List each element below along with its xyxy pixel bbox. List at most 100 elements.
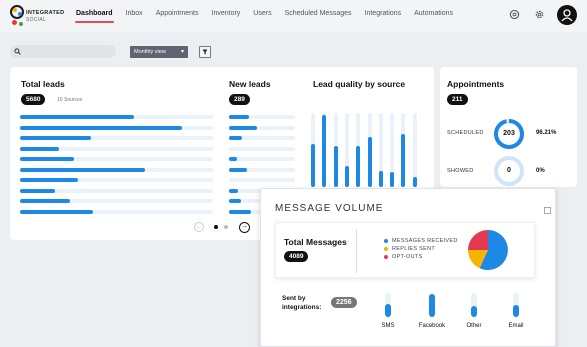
appointments-title: Appointments	[447, 79, 505, 89]
new-leads-title: New leads	[229, 79, 271, 89]
vbar-fill	[378, 170, 383, 187]
message-volume-title: MESSAGE VOLUME	[275, 203, 384, 214]
bar-track	[229, 136, 295, 140]
bar-track	[229, 125, 295, 130]
nav-automations[interactable]: Automations	[414, 10, 453, 17]
pager-next-button[interactable]: →	[239, 222, 250, 233]
integration-label: SMS	[381, 323, 395, 329]
view-select-value: Monthly view	[134, 49, 166, 55]
nav-scheduled-messages[interactable]: Scheduled Messages	[285, 10, 352, 17]
vbar-fill	[322, 115, 327, 187]
bar-fill	[20, 136, 92, 140]
help-icon[interactable]	[509, 9, 520, 20]
scheduled-percent: 96.21%	[536, 130, 557, 136]
bar-track	[20, 199, 213, 203]
filter-button[interactable]	[199, 46, 211, 58]
close-icon[interactable]	[544, 207, 551, 214]
integration-bar-fill	[429, 294, 435, 317]
total-leads-count: 5680	[21, 94, 46, 105]
integration-label: Email	[508, 323, 524, 329]
integration-bar-track	[513, 293, 519, 317]
brand-name: INTEGRATED	[26, 10, 65, 16]
scheduled-label: SCHEDULED	[447, 130, 484, 136]
nav-integrations[interactable]: Integrations	[365, 10, 402, 17]
brand-logo[interactable]: INTEGRATED SOCIAL	[10, 4, 68, 30]
message-pie-chart	[467, 230, 508, 270]
bar-track	[229, 157, 295, 161]
bar-fill	[20, 167, 146, 172]
search-input[interactable]	[10, 45, 116, 58]
vbar-track	[311, 113, 315, 187]
avatar[interactable]	[557, 5, 577, 25]
integration-bar-fill	[385, 303, 391, 317]
pager-prev-button[interactable]: ←	[194, 222, 204, 232]
brand-subname: SOCIAL	[26, 17, 47, 23]
new-leads-count: 289	[229, 94, 250, 105]
bar-track	[229, 167, 295, 172]
divider	[356, 229, 357, 273]
nav-users[interactable]: Users	[253, 10, 271, 17]
bar-fill	[229, 199, 241, 203]
appointments-count: 211	[447, 94, 468, 105]
search-icon	[14, 48, 21, 55]
bar-fill	[20, 157, 75, 161]
top-bar: INTEGRATED SOCIAL Dashboard Inbox Appoin…	[0, 0, 587, 32]
legend-item: MESSAGES RECEIVED	[384, 238, 458, 244]
bar-track	[20, 209, 213, 214]
bar-fill	[20, 209, 94, 214]
vbar-fill	[412, 176, 417, 187]
gear-icon[interactable]	[534, 9, 545, 20]
bar-fill	[20, 178, 78, 182]
vbar-track	[356, 113, 361, 187]
pager-dot-active[interactable]	[214, 225, 218, 229]
integration-bar-track	[471, 293, 477, 317]
vbar-track	[390, 113, 395, 187]
integration-bar-track	[385, 293, 391, 317]
main-nav: Dashboard Inbox Appointments Inventory U…	[75, 10, 466, 23]
vbar-fill	[333, 146, 338, 187]
vbar-fill	[311, 144, 315, 187]
view-select[interactable]: Monthly view ▾	[130, 46, 188, 58]
lead-quality-title: Lead quality by source	[313, 79, 406, 89]
total-messages-count: 4089	[284, 251, 309, 262]
total-leads-sources: 10 Sources	[57, 97, 83, 103]
integration-bar-fill	[471, 306, 477, 317]
bar-fill	[229, 209, 252, 214]
vbar-fill	[356, 145, 361, 187]
vbar-track	[322, 113, 327, 187]
integration-label: Other	[466, 323, 482, 329]
nav-dashboard[interactable]: Dashboard	[75, 10, 114, 23]
bar-fill	[20, 146, 59, 151]
bar-track	[20, 115, 213, 119]
integration-bar-fill	[513, 305, 519, 317]
pager-dot[interactable]	[224, 225, 228, 229]
nav-appointments[interactable]: Appointments	[156, 10, 199, 17]
pie-slice-optouts	[468, 230, 488, 250]
nav-inventory[interactable]: Inventory	[212, 10, 241, 17]
bar-fill	[229, 188, 239, 193]
bar-track	[229, 178, 295, 182]
bar-fill	[229, 136, 243, 140]
bar-track	[229, 146, 295, 151]
sent-by-count: 2256	[331, 297, 357, 308]
user-icon	[561, 9, 573, 22]
bar-track	[20, 188, 213, 193]
nav-inbox[interactable]: Inbox	[126, 10, 143, 17]
filter-icon	[202, 49, 208, 55]
vbar-fill	[344, 166, 349, 187]
bar-track	[229, 115, 295, 119]
scheduled-value: 203	[503, 130, 515, 137]
bar-track	[20, 125, 213, 130]
bar-fill	[229, 167, 248, 172]
total-messages-label: Total Messages	[284, 237, 347, 247]
vbar-track	[344, 113, 349, 187]
total-messages-box: Total Messages 4089 MESSAGES RECEIVED RE…	[275, 222, 535, 278]
vbar-track	[412, 113, 417, 187]
showed-percent: 0%	[536, 168, 545, 174]
total-leads-title: Total leads	[21, 79, 65, 89]
legend-item: OPT-OUTS	[384, 254, 423, 260]
bar-fill	[20, 199, 71, 203]
message-volume-panel: MESSAGE VOLUME Total Messages 4089 MESSA…	[260, 188, 556, 347]
vbar-fill	[401, 133, 406, 187]
bar-track	[20, 136, 213, 140]
